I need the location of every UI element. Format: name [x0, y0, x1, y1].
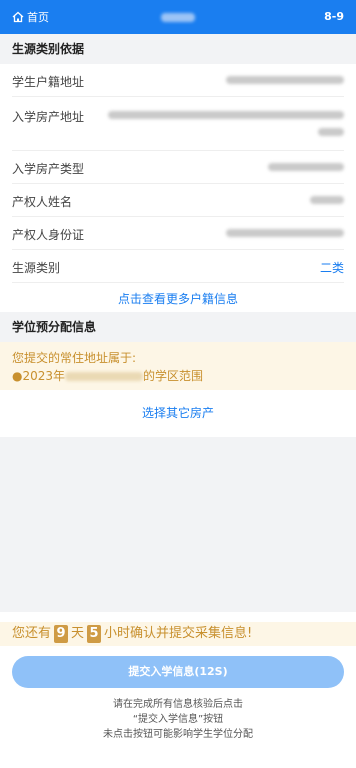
- countdown-hours: 5: [87, 625, 102, 643]
- tip-line: “提交入学信息”按钮: [132, 714, 224, 725]
- top-bar: 首页 8-9: [0, 0, 356, 34]
- row-value-redacted: [226, 226, 344, 240]
- countdown-suffix: 小时确认并提交采集信息!: [104, 626, 253, 641]
- row-owner-id: 产权人身份证: [12, 217, 344, 250]
- row-value-redacted: [226, 73, 344, 87]
- bottom-panel: 您还有 9 天 5 小时确认并提交采集信息! 提交入学信息(12S) 请在完成所…: [0, 612, 356, 768]
- row-source-category: 生源类别 二类: [12, 250, 344, 283]
- row-household-address: 学生户籍地址: [12, 64, 344, 97]
- row-value-redacted: [268, 160, 344, 174]
- row-label: 入学房产地址: [12, 110, 85, 124]
- row-label: 学生户籍地址: [12, 75, 85, 89]
- notice-line2: ●2023年 的学区范围: [12, 367, 344, 385]
- countdown-days-unit: 天: [71, 626, 85, 641]
- tip-line: 未点击按钮可能影响学生学位分配: [103, 729, 253, 740]
- notice-prefix: ●2023年: [12, 369, 66, 383]
- section-title-source-basis: 生源类别依据: [0, 34, 356, 64]
- page-title: [0, 0, 356, 34]
- submit-tips: 请在完成所有信息核验后点击 “提交入学信息”按钮 未点击按钮可能影响学生学位分配: [0, 697, 356, 742]
- choose-other-property-link[interactable]: 选择其它房产: [0, 404, 356, 421]
- row-label: 产权人身份证: [12, 228, 85, 242]
- countdown-prefix: 您还有: [12, 626, 52, 641]
- page-title-redacted: [161, 12, 195, 22]
- row-label: 入学房产类型: [12, 162, 85, 176]
- district-notice: 您提交的常住地址属于: ●2023年 的学区范围: [0, 342, 356, 390]
- row-value-redacted: [108, 108, 344, 139]
- row-value-redacted: [310, 193, 344, 207]
- submit-enrollment-button[interactable]: 提交入学信息(12S): [12, 656, 344, 688]
- source-category-value: 二类: [319, 261, 344, 275]
- app-screen: 首页 8-9 生源类别依据 学生户籍地址 入学房产地址 入学房产类型 产权人姓名…: [0, 0, 356, 768]
- source-basis-card: 学生户籍地址 入学房产地址 入学房产类型 产权人姓名 产权人身份证 生源类别 二…: [0, 64, 356, 314]
- row-owner-name: 产权人姓名: [12, 184, 344, 217]
- row-label: 产权人姓名: [12, 195, 73, 209]
- notice-suffix: 的学区范围: [143, 369, 204, 383]
- view-more-household-link[interactable]: 点击查看更多户籍信息: [0, 290, 356, 307]
- countdown-banner: 您还有 9 天 5 小时确认并提交采集信息!: [0, 622, 356, 646]
- section-title-allocation: 学位预分配信息: [0, 312, 356, 342]
- row-label: 生源类别: [12, 261, 61, 275]
- allocation-card: 您提交的常住地址属于: ●2023年 的学区范围 选择其它房产: [0, 342, 356, 437]
- school-district-redacted: [65, 372, 144, 381]
- notice-line1: 您提交的常住地址属于:: [12, 351, 137, 365]
- row-property-address: 入学房产地址: [12, 97, 344, 151]
- tip-line: 请在完成所有信息核验后点击: [113, 699, 243, 710]
- row-property-type: 入学房产类型: [12, 151, 344, 184]
- header-right-text: 8-9: [324, 10, 344, 23]
- countdown-days: 9: [54, 625, 69, 643]
